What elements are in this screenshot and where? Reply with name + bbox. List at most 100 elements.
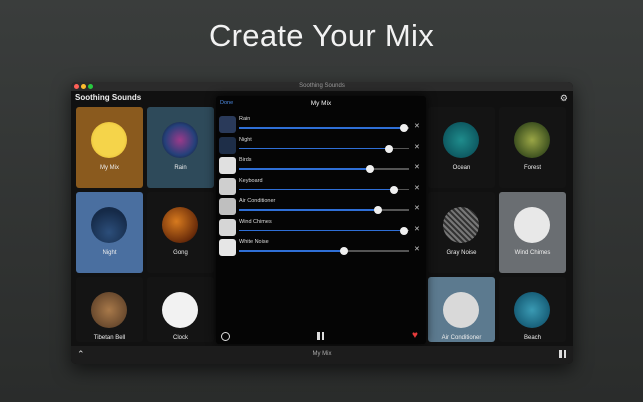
volume-slider[interactable] xyxy=(239,144,409,153)
volume-slider[interactable] xyxy=(239,185,409,194)
volume-fill xyxy=(239,127,404,129)
volume-knob[interactable] xyxy=(399,124,408,132)
gear-icon[interactable]: ⚙ xyxy=(560,93,568,104)
clock-image xyxy=(162,292,198,328)
tile-label: Rain xyxy=(174,165,187,171)
volume-slider[interactable] xyxy=(239,247,409,255)
volume-slider[interactable] xyxy=(239,206,409,214)
wind-chimes-image xyxy=(514,207,550,243)
night-image xyxy=(91,207,127,243)
tile-air-conditioner[interactable]: Air Conditioner xyxy=(428,277,495,342)
volume-fill xyxy=(239,168,370,170)
remove-icon[interactable]: ✕ xyxy=(414,163,420,171)
volume-fill xyxy=(239,229,404,231)
volume-fill xyxy=(239,147,389,149)
sound-name: Birds xyxy=(239,157,252,163)
tile-label: Ocean xyxy=(452,165,471,171)
sound-name: Rain xyxy=(239,116,251,122)
clock-icon[interactable] xyxy=(221,332,230,341)
mix-row: Night ✕ xyxy=(219,136,423,155)
mix-row: Keyboard ✕ xyxy=(219,177,423,196)
close-button[interactable] xyxy=(74,84,79,89)
remove-icon[interactable]: ✕ xyxy=(414,245,420,253)
gong-image xyxy=(162,207,198,243)
panel-title: My Mix xyxy=(310,100,332,107)
forest-image xyxy=(514,122,550,158)
volume-fill xyxy=(239,250,345,252)
volume-fill xyxy=(239,209,379,211)
volume-slider[interactable] xyxy=(239,165,409,173)
pause-icon[interactable] xyxy=(559,350,567,359)
sound-name: Keyboard xyxy=(239,177,263,184)
mix-row: Wind Chimes ✕ xyxy=(219,218,423,237)
app-title: Soothing Sounds xyxy=(75,93,142,102)
volume-knob[interactable] xyxy=(399,226,408,235)
window-title: Soothing Sounds xyxy=(299,83,345,89)
bottom-bar: ⌃ My Mix xyxy=(71,346,573,364)
remove-icon[interactable]: ✕ xyxy=(414,204,420,212)
tile-gray-noise[interactable]: Gray Noise xyxy=(428,192,495,273)
sound-thumbnail xyxy=(219,177,236,195)
tile-clock[interactable]: Clock xyxy=(147,277,214,342)
tile-label: Wind Chimes xyxy=(514,250,551,256)
tibetan-bell-image xyxy=(91,292,127,328)
my-mix-image xyxy=(91,122,127,158)
sound-thumbnail xyxy=(219,218,236,236)
tile-gong[interactable]: Gong xyxy=(147,192,214,273)
rain-image xyxy=(162,122,198,158)
tile-label: Forest xyxy=(523,165,541,171)
panel-footer: ♥ xyxy=(216,330,426,344)
tile-night[interactable]: Night xyxy=(76,192,143,273)
sound-thumbnail xyxy=(219,198,236,215)
sound-name: Air Conditioner xyxy=(239,198,276,204)
tile-label: Clock xyxy=(172,335,188,341)
mix-row: Air Conditioner ✕ xyxy=(219,198,423,216)
pause-icon[interactable] xyxy=(317,332,325,341)
sound-thumbnail xyxy=(219,239,236,256)
sound-thumbnail xyxy=(219,157,236,174)
volume-slider[interactable] xyxy=(239,124,409,132)
remove-icon[interactable]: ✕ xyxy=(414,143,420,151)
beach-image xyxy=(514,292,550,328)
tile-rain[interactable]: Rain xyxy=(147,107,214,188)
tile-label: Tibetan Bell xyxy=(93,335,126,341)
tile-label: Gray Noise xyxy=(446,250,477,256)
tile-label: Night xyxy=(102,250,117,256)
sound-thumbnail xyxy=(219,116,236,133)
headline: Create Your Mix xyxy=(208,18,435,53)
volume-knob[interactable] xyxy=(389,185,398,194)
tile-ocean[interactable]: Ocean xyxy=(428,107,495,188)
now-playing-label: My Mix xyxy=(312,351,332,357)
tile-beach[interactable]: Beach xyxy=(499,277,566,342)
remove-icon[interactable]: ✕ xyxy=(414,122,420,130)
tile-my-mix[interactable]: My Mix xyxy=(76,107,143,188)
tile-label: My Mix xyxy=(100,165,119,171)
tile-forest[interactable]: Forest xyxy=(499,107,566,188)
sound-name: Wind Chimes xyxy=(239,218,272,225)
mix-row: Rain ✕ xyxy=(219,116,423,134)
tile-wind-chimes[interactable]: Wind Chimes xyxy=(499,192,566,273)
titlebar: Soothing Sounds xyxy=(71,82,573,91)
remove-icon[interactable]: ✕ xyxy=(414,225,420,233)
sound-thumbnail xyxy=(219,136,236,154)
volume-slider[interactable] xyxy=(239,226,409,235)
tile-tibetan-bell[interactable]: Tibetan Bell xyxy=(76,277,143,342)
volume-fill xyxy=(239,188,394,190)
zoom-button[interactable] xyxy=(88,84,93,89)
app-window: Soothing Sounds Soothing Sounds ⚙ My Mix… xyxy=(71,82,573,364)
volume-knob[interactable] xyxy=(365,165,374,173)
remove-icon[interactable]: ✕ xyxy=(414,184,420,192)
volume-knob[interactable] xyxy=(340,247,349,255)
air-conditioner-image xyxy=(443,292,479,328)
tile-label: Beach xyxy=(523,335,541,341)
heart-icon[interactable]: ♥ xyxy=(412,330,418,341)
tile-label: Gong xyxy=(173,250,188,256)
volume-knob[interactable] xyxy=(374,206,383,214)
gray-noise-image xyxy=(443,207,479,243)
my-mix-panel: Done My Mix Rain ✕ Night ✕ Birds ✕ Keyboard ✕ Ai… xyxy=(216,96,426,344)
volume-knob[interactable] xyxy=(384,144,393,153)
sound-name: White Noise xyxy=(239,239,269,245)
sound-name: Night xyxy=(239,136,252,143)
minimize-button[interactable] xyxy=(81,84,86,89)
tile-label: Air Conditioner xyxy=(441,335,482,341)
